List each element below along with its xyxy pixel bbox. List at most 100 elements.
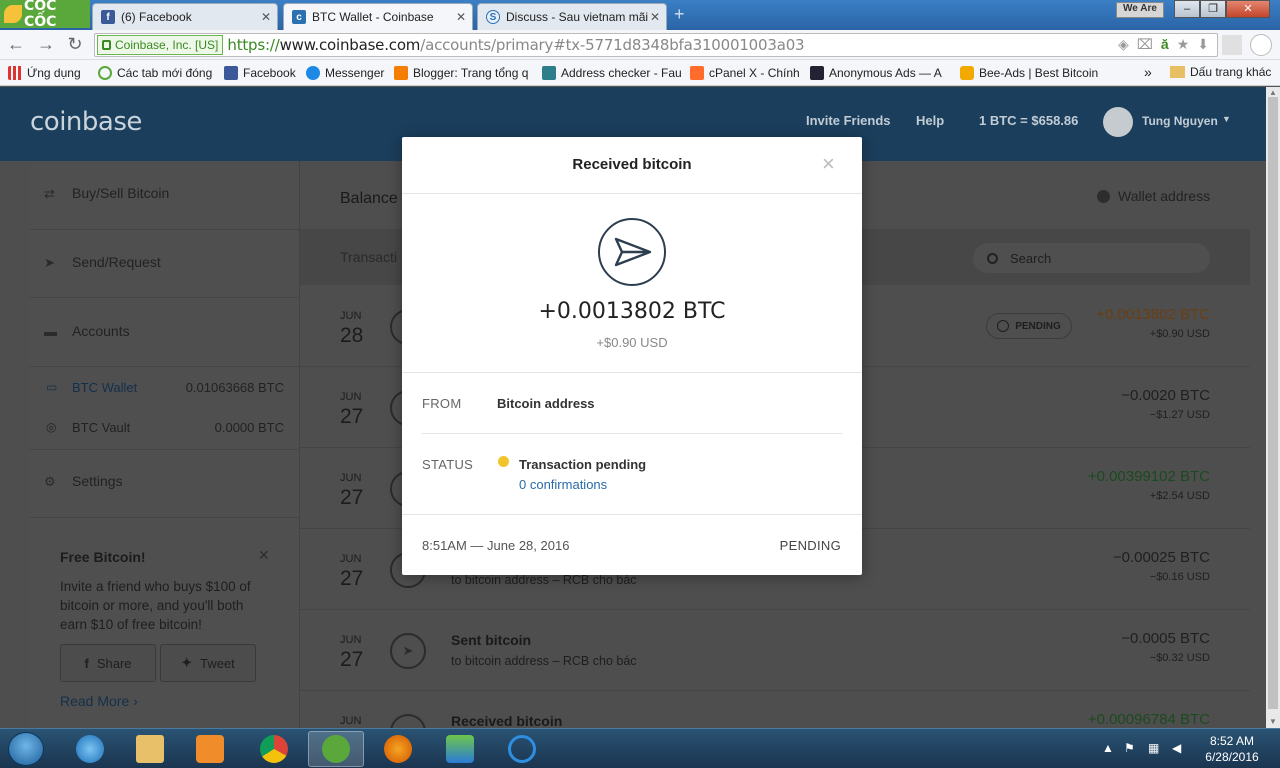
translate-icon[interactable]: ⌧ (1137, 36, 1153, 53)
start-button[interactable] (8, 732, 44, 766)
flag-icon[interactable]: ⚑ (1124, 741, 1135, 755)
wallet-address-link[interactable]: Wallet address (1097, 188, 1210, 204)
browser-menu-button[interactable] (1250, 34, 1272, 56)
scroll-up-icon[interactable]: ▲ (1269, 88, 1277, 97)
help-link[interactable]: Help (916, 113, 944, 128)
close-icon[interactable]: × (822, 153, 835, 175)
minimize-button[interactable]: – (1174, 0, 1200, 18)
confirmations-link[interactable]: 0 confirmations (519, 477, 607, 492)
network-icon[interactable]: ▦ (1148, 741, 1159, 755)
tab-close-icon[interactable]: ✕ (650, 10, 660, 24)
promo-text: Invite a friend who buys $100 of bitcoin… (60, 579, 251, 632)
tab-coinbase[interactable]: c BTC Wallet - Coinbase ✕ (283, 3, 473, 30)
tab-close-icon[interactable]: ✕ (456, 10, 466, 24)
cpanel-icon (690, 65, 704, 80)
sidebar-item-btc-wallet[interactable]: ▭ BTC Wallet 0.01063668 BTC (30, 377, 300, 397)
sidebar-item-settings[interactable]: ⚙ Settings (30, 473, 300, 489)
from-label: FROM (422, 396, 462, 411)
bookmark-messenger[interactable]: Messenger (306, 65, 386, 80)
bookmarks-more-button[interactable]: » (1144, 64, 1152, 80)
search-input[interactable]: Search (973, 243, 1210, 273)
user-menu[interactable]: Tung Nguyen (1142, 114, 1218, 128)
bookmark-recent-tabs[interactable]: Các tab mới đóng (98, 65, 216, 80)
lock-icon (102, 40, 111, 50)
divider (30, 297, 300, 298)
firefox-icon[interactable] (370, 731, 426, 767)
bee-ads-icon (960, 65, 974, 80)
divider (30, 366, 300, 367)
back-button[interactable]: ← (6, 35, 26, 55)
scroll-down-icon[interactable]: ▼ (1269, 717, 1277, 726)
read-more-link[interactable]: Read More › (60, 693, 138, 709)
app-icon[interactable] (494, 731, 550, 767)
sidebar-item-accounts[interactable]: ▬ Accounts (30, 323, 300, 339)
tab-discuss[interactable]: S Discuss - Sau vietnam mãi ✕ (477, 3, 667, 30)
forward-button[interactable]: → (36, 35, 56, 55)
gear-icon: ⚙ (44, 474, 56, 489)
coinbase-icon: c (292, 10, 306, 24)
sidebar-item-buy-sell[interactable]: ⇄ Buy/Sell Bitcoin (30, 185, 300, 201)
tray-expand-icon[interactable]: ▲ (1102, 741, 1114, 755)
browser-tab-bar: CỐC CỐC f (6) Facebook ✕ c BTC Wallet - … (0, 0, 1280, 30)
bookmark-address-checker[interactable]: Address checker - Fau (542, 65, 682, 80)
sent-icon: ➤ (390, 633, 426, 669)
table-row[interactable]: JUN ➤ Received bitcoin +0.00096784 BTC (300, 691, 1250, 728)
new-tab-button[interactable]: + (674, 5, 696, 24)
internet-explorer-icon[interactable] (62, 731, 118, 767)
blogger-icon (394, 65, 408, 80)
tab-close-icon[interactable]: ✕ (261, 10, 271, 24)
bookmark-facebook[interactable]: Facebook (224, 65, 298, 80)
coccoc-leaf-icon (4, 5, 22, 23)
tweet-button[interactable]: ✦ Tweet (160, 644, 256, 682)
bookmark-blogger[interactable]: Blogger: Trang tổng q (394, 65, 534, 80)
bluestacks-icon[interactable] (432, 731, 488, 767)
tab-facebook[interactable]: f (6) Facebook ✕ (92, 3, 278, 30)
send-icon (598, 218, 666, 286)
volume-icon[interactable]: ◀ (1172, 741, 1181, 755)
pending-badge: PENDING (986, 313, 1072, 339)
extension-button[interactable] (1222, 35, 1242, 55)
bookmark-anonymous-ads[interactable]: Anonymous Ads — A (810, 65, 952, 80)
media-player-icon[interactable] (182, 731, 238, 767)
bookmarks-bar: Ứng dụng Các tab mới đóng Facebook Messe… (0, 60, 1280, 86)
discuss-icon: S (486, 10, 500, 24)
scrollbar-thumb[interactable] (1268, 97, 1278, 709)
apps-icon (8, 65, 22, 80)
address-bar[interactable]: Coinbase, Inc. [US] https://www.coinbase… (94, 33, 1218, 57)
from-value: Bitcoin address (497, 396, 595, 411)
reload-button[interactable]: ↻ (65, 35, 85, 55)
address-checker-icon (542, 65, 556, 80)
vietnamese-input-icon[interactable]: ă (1161, 36, 1169, 53)
download-icon[interactable]: ⬇ (1197, 36, 1209, 53)
divider (402, 514, 862, 515)
maximize-button[interactable]: ❐ (1200, 0, 1226, 18)
extension-icon[interactable]: ◈ (1118, 36, 1129, 53)
invite-friends-link[interactable]: Invite Friends (806, 113, 891, 128)
sidebar-item-send-request[interactable]: ➤ Send/Request (30, 254, 300, 270)
promo-close-icon[interactable]: ✕ (258, 547, 270, 564)
other-bookmarks-folder[interactable]: Dấu trang khác (1170, 65, 1271, 79)
star-icon[interactable]: ★ (1177, 36, 1190, 53)
close-window-button[interactable]: ✕ (1226, 0, 1270, 18)
sidebar-item-btc-vault[interactable]: ◎ BTC Vault 0.0000 BTC (30, 417, 300, 437)
coinbase-logo[interactable]: coinbase (30, 107, 142, 137)
coccoc-browser-icon[interactable] (308, 731, 364, 767)
browser-logo[interactable]: CỐC CỐC (0, 0, 90, 30)
bookmark-bee-ads[interactable]: Bee-Ads | Best Bitcoin (960, 65, 1100, 80)
chrome-icon[interactable] (246, 731, 302, 767)
avatar[interactable] (1103, 107, 1133, 137)
file-explorer-icon[interactable] (122, 731, 178, 767)
bookmark-cpanel[interactable]: cPanel X - Chính (690, 65, 802, 80)
shuffle-icon: ⇄ (44, 186, 55, 201)
ev-certificate-badge[interactable]: Coinbase, Inc. [US] (97, 35, 224, 55)
page-scrollbar[interactable]: ▲ ▼ (1266, 87, 1280, 728)
folder-icon: ▬ (44, 324, 57, 339)
vault-icon: ◎ (46, 420, 57, 434)
system-clock[interactable]: 8:52 AM 6/28/2016 (1196, 733, 1268, 765)
bookmark-apps[interactable]: Ứng dụng (8, 65, 90, 80)
facebook-icon (224, 65, 238, 80)
url-text[interactable]: https://www.coinbase.com/accounts/primar… (227, 36, 804, 54)
share-button[interactable]: f Share (60, 644, 156, 682)
table-row[interactable]: JUN 27 ➤ Sent bitcoin to bitcoin address… (300, 610, 1250, 691)
chevron-down-icon[interactable]: ▼ (1222, 114, 1231, 124)
